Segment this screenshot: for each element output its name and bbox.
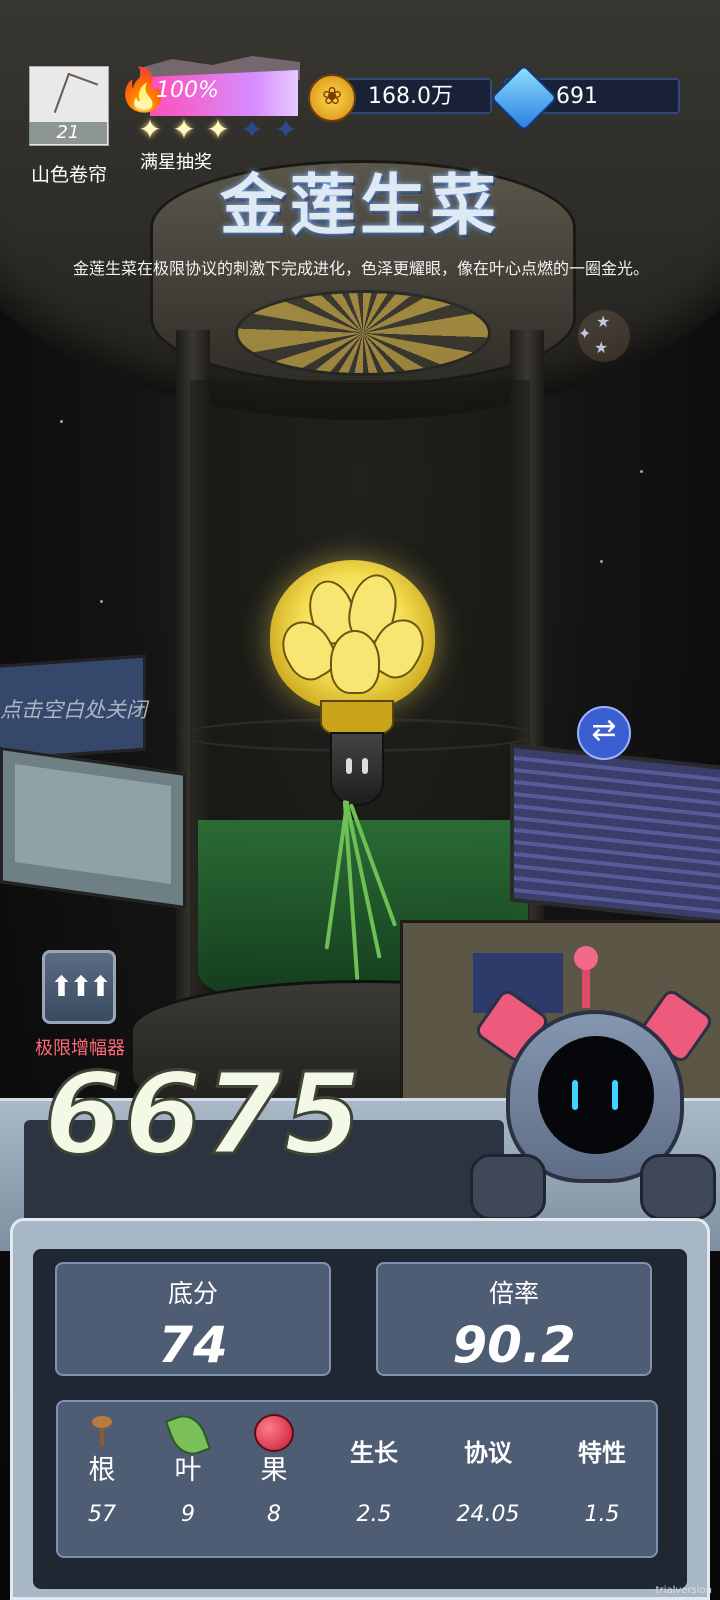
right-monitor [510, 743, 720, 925]
base-score-value: 74 [158, 1316, 228, 1374]
golden-lotus-lettuce-plant [180, 560, 536, 1000]
leaf-label: 叶 [174, 1455, 202, 1486]
total-score: 6675 [43, 1049, 364, 1182]
multiplier-value: 90.2 [452, 1316, 576, 1374]
gold-coin-icon: ❀ [308, 74, 356, 122]
star-dot [60, 420, 63, 423]
root-value: 57 [88, 1502, 116, 1527]
base-score-box: 底分 74 [55, 1262, 331, 1376]
plant-name-title: 金莲生菜 [220, 167, 500, 244]
protocol-label: 协议 [464, 1439, 512, 1467]
base-score-label: 底分 [167, 1279, 218, 1308]
detail-protocol: 协议 24.05 [448, 1402, 528, 1527]
star-dot [600, 560, 603, 563]
player-level: 21 [29, 122, 107, 144]
root-label: 根 [88, 1455, 116, 1486]
plant-roots [324, 800, 398, 990]
leaf-value: 9 [181, 1502, 195, 1527]
detail-growth: 生长 2.5 [334, 1402, 414, 1527]
score-detail-table: 根 57 叶 9 果 8 生长 2.5 协议 24.05 特性 1.5 [56, 1400, 658, 1558]
incubator-vent [235, 290, 491, 376]
leaf-icon [164, 1409, 212, 1461]
avatar-tree-image [53, 72, 99, 124]
star-filled-icon: ✦ [172, 113, 196, 146]
robot-antenna [574, 946, 598, 1008]
star-badge-icon[interactable]: ✦ ★ ★ [578, 310, 630, 362]
robot-hand-right [640, 1154, 716, 1220]
star-dot [640, 470, 643, 473]
growth-value: 2.5 [356, 1502, 392, 1527]
trait-label: 特性 [578, 1439, 626, 1467]
trait-value: 1.5 [584, 1502, 620, 1527]
growth-label: 生长 [350, 1439, 398, 1467]
sprout-root-icon [88, 1414, 116, 1448]
apple-icon [254, 1414, 294, 1452]
multiplier-label: 倍率 [488, 1279, 539, 1308]
robot-hand-left [470, 1154, 546, 1220]
star-empty-icon: ✦ [274, 113, 298, 146]
robot-face [538, 1036, 654, 1154]
robot-mascot[interactable] [470, 946, 716, 1230]
fruit-label: 果 [260, 1455, 288, 1486]
gem-amount: 691 [556, 84, 598, 109]
swap-refresh-button[interactable]: ⇄ [577, 706, 631, 760]
star-rating[interactable]: ✦ ✦ ✦ ✦ ✦ [134, 114, 304, 146]
plant-description: 金莲生菜在极限协议的刺激下完成进化，色泽更耀眼，像在叶心点燃的一圈金光。 [72, 259, 649, 278]
fruit-value: 8 [267, 1502, 281, 1527]
star-dot [100, 600, 103, 603]
amplifier-button[interactable]: ⬆⬆⬆ [42, 950, 116, 1024]
trial-version-watermark: trialversion [655, 1585, 712, 1596]
star-empty-icon: ✦ [240, 113, 264, 146]
star-filled-icon: ✦ [138, 113, 162, 146]
heat-percent: 100% [156, 78, 219, 103]
multiplier-box: 倍率 90.2 [376, 1262, 652, 1376]
star-filled-icon: ✦ [206, 113, 230, 146]
detail-root: 根 57 [62, 1402, 142, 1527]
detail-fruit: 果 8 [234, 1402, 314, 1527]
flame-icon: 🔥 [117, 65, 170, 114]
left-console [0, 746, 186, 910]
protocol-value: 24.05 [456, 1502, 520, 1527]
plant-pod [330, 732, 384, 806]
plant-bloom [270, 560, 435, 710]
gold-amount: 168.0万 [368, 84, 453, 109]
detail-trait: 特性 1.5 [562, 1402, 642, 1527]
tap-to-close-hint: 点击空白处关闭 [0, 698, 147, 722]
detail-leaf: 叶 9 [148, 1402, 228, 1527]
